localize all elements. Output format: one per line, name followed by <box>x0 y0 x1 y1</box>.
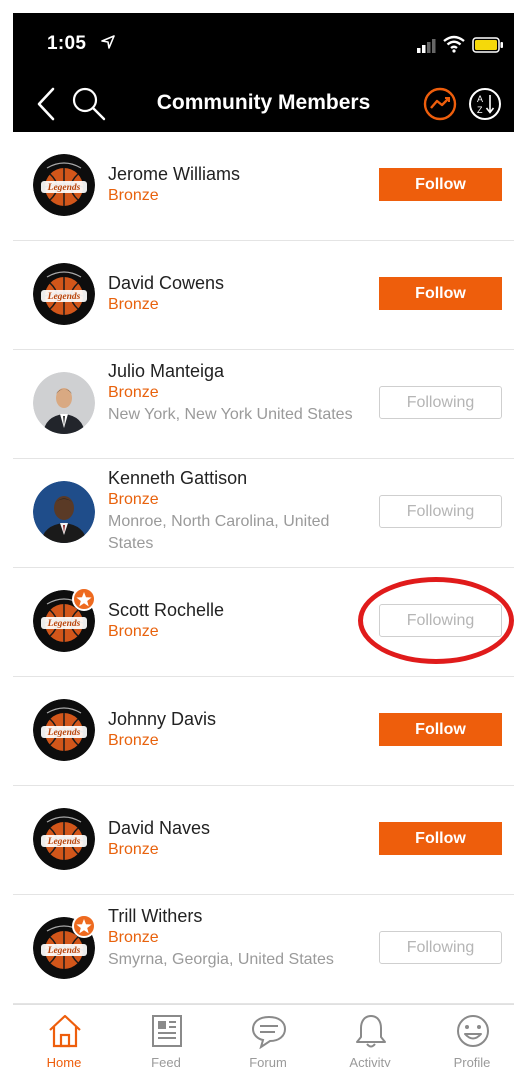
member-info: Trill Withers Bronze Smyrna, Georgia, Unit… <box>108 905 378 971</box>
member-name[interactable]: Jerome Williams <box>108 163 378 185</box>
following-button[interactable]: Following <box>379 495 502 528</box>
member-name[interactable]: Trill Withers <box>108 905 378 927</box>
member-name[interactable]: Johnny Davis <box>108 708 378 730</box>
member-info: Julio Manteiga Bronze New York, New York U… <box>108 360 378 426</box>
member-info: Kenneth Gattison Bronze Monroe, North Caro… <box>108 467 378 555</box>
status-time: 1:05 <box>47 33 87 54</box>
tab-label: Activity <box>349 1055 391 1067</box>
svg-text:Legends: Legends <box>47 837 81 847</box>
wifi-icon <box>443 35 465 53</box>
svg-text:Legends: Legends <box>47 183 81 193</box>
member-info: Johnny Davis Bronze <box>108 708 378 752</box>
tab-profile[interactable]: Profile <box>422 1005 514 1067</box>
member-row[interactable]: Julio Manteiga Bronze New York, New York U… <box>13 350 514 459</box>
member-name[interactable]: Kenneth Gattison <box>108 467 378 489</box>
member-tier: Bronze <box>108 491 159 508</box>
cellular-signal-icon <box>417 39 436 53</box>
member-location: New York, New York United States <box>108 406 353 423</box>
member-name[interactable]: Scott Rochelle <box>108 599 378 621</box>
member-name[interactable]: David Cowens <box>108 272 378 294</box>
svg-text:Legends: Legends <box>47 946 81 956</box>
following-button[interactable]: Following <box>379 386 502 419</box>
smiley-icon <box>455 1013 491 1049</box>
member-tier: Bronze <box>108 187 159 204</box>
follow-button[interactable]: Follow <box>379 713 502 746</box>
app-screen: 1:05 Community Members A Z Legends Jerom… <box>0 0 514 1067</box>
member-row[interactable]: Legends David Naves Bronze Follow <box>13 786 514 895</box>
forum-icon <box>251 1013 287 1050</box>
svg-text:Legends: Legends <box>47 728 81 738</box>
svg-text:A: A <box>477 94 483 104</box>
member-name[interactable]: Julio Manteiga <box>108 360 378 382</box>
member-info: Scott Rochelle Bronze <box>108 599 378 643</box>
tab-feed[interactable]: Feed <box>116 1005 216 1067</box>
sort-az-icon[interactable]: A Z <box>468 87 502 121</box>
follow-button[interactable]: Follow <box>379 168 502 201</box>
member-avatar[interactable]: Legends <box>33 154 95 216</box>
member-tier: Bronze <box>108 732 159 749</box>
member-row[interactable]: Legends Jerome Williams Bronze Follow <box>13 132 514 241</box>
member-avatar[interactable]: Legends <box>33 808 95 870</box>
battery-icon <box>472 37 503 53</box>
member-info: David Cowens Bronze <box>108 272 378 316</box>
tab-label: Profile <box>453 1055 491 1067</box>
tab-label: Forum <box>249 1055 287 1067</box>
member-name[interactable]: David Naves <box>108 817 378 839</box>
member-location: Monroe, North Carolina, United States <box>108 513 330 552</box>
member-avatar[interactable] <box>33 481 95 543</box>
member-avatar[interactable]: Legends <box>33 263 95 325</box>
member-info: David Naves Bronze <box>108 817 378 861</box>
feed-icon <box>149 1013 185 1049</box>
member-list: Legends Jerome Williams Bronze Follow Lege… <box>13 132 514 1004</box>
member-tier: Bronze <box>108 296 159 313</box>
member-avatar[interactable]: Legends <box>33 699 95 761</box>
following-button[interactable]: Following <box>379 931 502 964</box>
location-arrow-icon <box>101 35 115 49</box>
follow-button[interactable]: Follow <box>379 277 502 310</box>
tab-activity[interactable]: Activity <box>320 1005 420 1067</box>
tab-label: Feed <box>151 1055 181 1067</box>
tab-label: Home <box>46 1055 82 1067</box>
bottom-tab-bar: Home Feed Forum Activity Profile <box>13 1004 514 1067</box>
member-row[interactable]: Legends David Cowens Bronze Follow <box>13 241 514 350</box>
member-tier: Bronze <box>108 929 159 946</box>
top-bar: 1:05 Community Members A Z <box>13 13 514 132</box>
member-location: Smyrna, Georgia, United States <box>108 951 334 968</box>
activity-trend-icon[interactable] <box>423 87 457 121</box>
follow-button[interactable]: Follow <box>379 822 502 855</box>
member-tier: Bronze <box>108 841 159 858</box>
tab-home[interactable]: Home <box>14 1005 114 1067</box>
highlight-annotation-circle <box>358 577 514 664</box>
svg-text:Z: Z <box>477 105 483 115</box>
star-badge-icon <box>72 914 96 938</box>
member-info: Jerome Williams Bronze <box>108 163 378 207</box>
bell-icon <box>353 1013 389 1049</box>
member-avatar[interactable] <box>33 372 95 434</box>
member-tier: Bronze <box>108 623 159 640</box>
home-icon <box>47 1013 83 1049</box>
member-tier: Bronze <box>108 384 159 401</box>
svg-text:Legends: Legends <box>47 292 81 302</box>
star-badge-icon <box>72 587 96 611</box>
member-row[interactable]: Legends Johnny Davis Bronze Follow <box>13 677 514 786</box>
member-row[interactable]: Legends Trill Withers Bronze Smyrna, Georg… <box>13 895 514 1004</box>
svg-text:Legends: Legends <box>47 619 81 629</box>
member-row[interactable]: Kenneth Gattison Bronze Monroe, North Caro… <box>13 459 514 568</box>
tab-forum[interactable]: Forum <box>218 1005 318 1067</box>
